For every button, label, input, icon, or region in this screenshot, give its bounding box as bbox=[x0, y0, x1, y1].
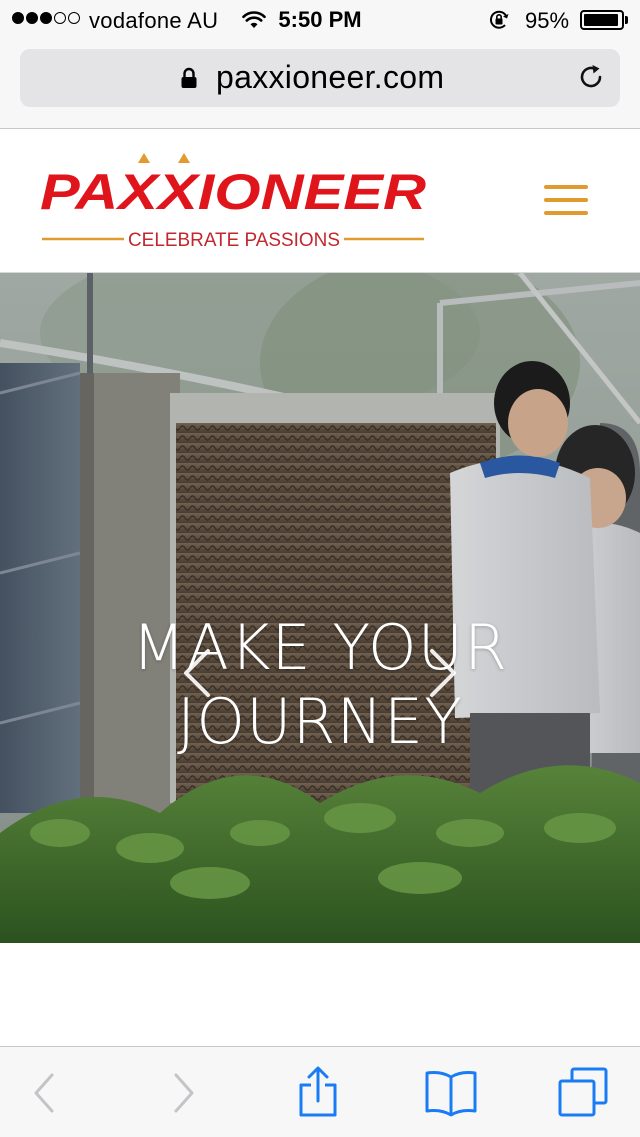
paxxioneer-logo[interactable]: PAXXIONEER CELEBRATE PASSIONS bbox=[38, 147, 432, 257]
site-header: PAXXIONEER CELEBRATE PASSIONS bbox=[0, 129, 640, 274]
rotation-lock-icon bbox=[490, 10, 509, 29]
forward-icon[interactable] bbox=[156, 1065, 212, 1121]
tabs-icon[interactable] bbox=[556, 1065, 612, 1121]
hamburger-menu-icon[interactable] bbox=[540, 183, 588, 217]
hero-carousel: MAKE YOUR JOURNEY bbox=[0, 273, 640, 943]
hero-image bbox=[0, 273, 640, 943]
chevron-right-icon[interactable] bbox=[422, 645, 462, 701]
padlock-icon bbox=[181, 67, 197, 88]
url-field[interactable]: paxxioneer.com bbox=[20, 49, 620, 107]
logo-tagline: CELEBRATE PASSIONS bbox=[128, 230, 340, 251]
back-icon[interactable] bbox=[16, 1065, 72, 1121]
bookmarks-icon[interactable] bbox=[423, 1065, 479, 1121]
hero-headline-line2: JOURNEY bbox=[177, 685, 463, 758]
hero-headline: MAKE YOUR JOURNEY bbox=[0, 611, 640, 759]
logo-wordmark: PAXXIONEER bbox=[40, 164, 426, 220]
chevron-left-icon[interactable] bbox=[178, 645, 218, 701]
url-text: paxxioneer.com bbox=[216, 59, 445, 95]
battery-percentage: 95% bbox=[525, 8, 570, 33]
share-icon[interactable] bbox=[290, 1065, 346, 1121]
battery-tip bbox=[625, 16, 628, 24]
battery-icon bbox=[580, 10, 624, 30]
status-bar: vodafone AU 5:50 PM 95% bbox=[0, 0, 640, 40]
hero-headline-line1: MAKE YOUR bbox=[131, 611, 509, 684]
browser-toolbar bbox=[0, 1046, 640, 1137]
reload-icon[interactable] bbox=[576, 62, 606, 92]
browser-address-bar: paxxioneer.com bbox=[0, 40, 640, 129]
